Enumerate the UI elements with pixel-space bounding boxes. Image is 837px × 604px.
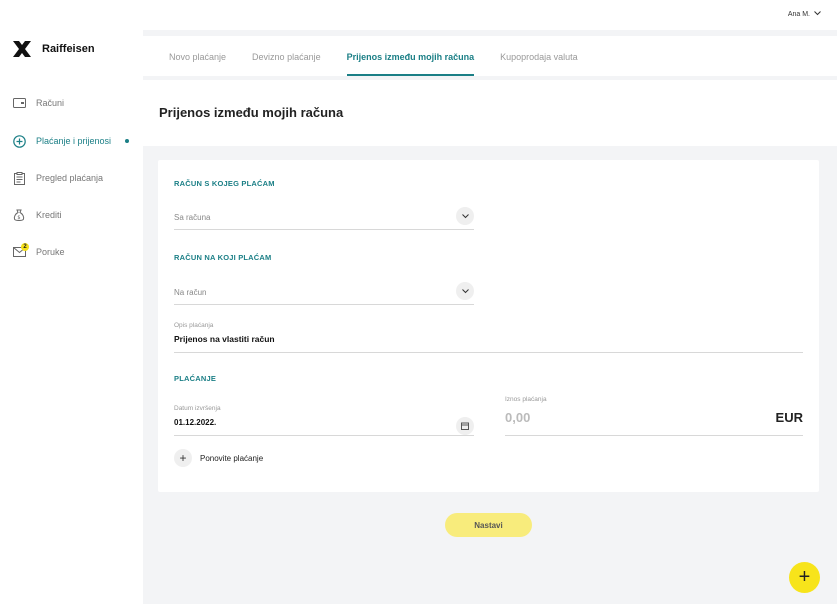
payment-section-title: PLAĆANJE [174,374,217,383]
sidebar-item-label: Računi [36,98,65,108]
sidebar-item-label: Pregled plaćanja [36,173,104,183]
payment-tabs: Novo plaćanje Devizno plaćanje Prijenos … [143,36,837,76]
svg-text:$: $ [17,215,20,221]
sidebar-item-poruke[interactable]: 2 Poruke [12,243,65,259]
mail-icon: 2 [12,243,29,259]
top-bar: Ana M. [143,0,837,30]
plus-circle-icon [12,134,26,148]
money-bag-icon: $ [12,208,26,222]
from-account-select[interactable]: Sa računa [174,206,474,230]
sidebar: Raiffeisen Računi Plaćanje i prijenosi P… [0,0,143,604]
calendar-icon[interactable] [456,417,474,435]
chevron-down-icon [814,11,821,18]
tab-devizno-placanje[interactable]: Devizno plaćanje [252,52,321,76]
document-icon [12,171,26,185]
from-account-placeholder: Sa računa [174,213,211,222]
brand-name: Raiffeisen [42,43,95,55]
sidebar-item-label: Krediti [36,210,62,220]
currency-label: EUR [775,410,803,425]
description-underline [174,352,803,353]
amount-field[interactable]: 0,00 [505,410,530,425]
description-label: Opis plaćanja [174,322,214,329]
description-field[interactable]: Prijenos na vlastiti račun [174,334,275,344]
sidebar-item-krediti[interactable]: $ Krediti [12,208,62,222]
user-menu[interactable]: Ana M. [788,11,821,18]
fab-add-button[interactable]: + [789,562,820,593]
from-account-section-title: RAČUN S KOJEG PLAĆAM [174,179,275,188]
active-indicator-dot [125,139,130,143]
unread-badge: 2 [21,243,29,251]
tab-novo-placanje[interactable]: Novo plaćanje [169,52,226,76]
transfer-form-card: RAČUN S KOJEG PLAĆAM Sa računa RAČUN NA … [158,160,819,492]
amount-label: Iznos plaćanja [505,396,547,403]
to-account-select[interactable]: Na račun [174,281,474,305]
sidebar-item-racuni[interactable]: Računi [12,96,64,110]
logo[interactable]: Raiffeisen [11,38,95,60]
page-header: Prijenos između mojih računa [143,80,837,146]
to-account-section-title: RAČUN NA KOJI PLAĆAM [174,253,272,262]
plus-icon: + [174,449,192,467]
plus-icon: + [798,566,811,588]
date-underline [174,435,474,436]
sidebar-item-pregled[interactable]: Pregled plaćanja [12,171,103,185]
chevron-down-icon[interactable] [456,207,474,225]
date-label: Datum izvršenja [174,405,221,412]
sidebar-item-label: Poruke [36,247,65,257]
user-name: Ana M. [787,11,810,18]
chevron-down-icon[interactable] [456,282,474,300]
to-account-placeholder: Na račun [174,288,207,297]
page-title: Prijenos između mojih računa [159,105,344,120]
repeat-payment-label: Ponovite plaćanje [200,453,264,463]
date-field[interactable]: 01.12.2022. [174,418,216,427]
tab-prijenos-izmedu-racuna[interactable]: Prijenos između mojih računa [346,52,475,76]
tab-kupoprodaja-valuta[interactable]: Kupoprodaja valuta [500,52,578,76]
amount-underline [505,435,803,436]
raiffeisen-logo-icon [11,38,33,60]
sidebar-item-placanje[interactable]: Plaćanje i prijenosi [12,134,130,148]
sidebar-item-label: Plaćanje i prijenosi [36,136,112,146]
continue-button[interactable]: Nastavi [445,513,532,537]
repeat-payment-button[interactable]: + Ponovite plaćanje [174,449,263,467]
wallet-icon [12,96,26,110]
